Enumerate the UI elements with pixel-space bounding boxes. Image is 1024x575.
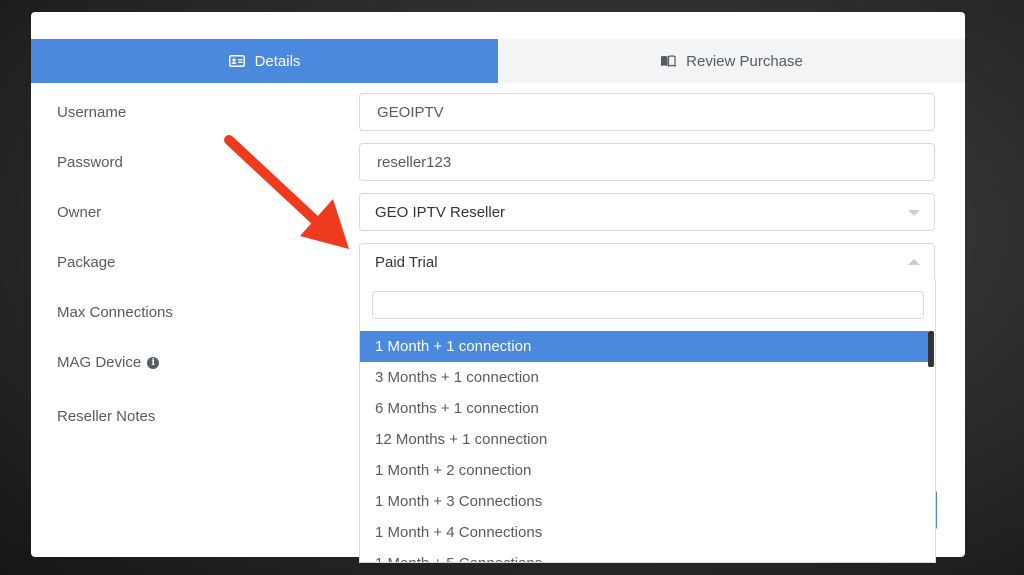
mag-device-label-text: MAG Device (57, 354, 142, 371)
package-select[interactable]: Paid Trial (359, 243, 935, 281)
package-option[interactable]: 12 Months + 1 connection (360, 424, 928, 455)
tab-review-purchase[interactable]: Review Purchase (498, 39, 965, 83)
owner-value: GEO IPTV Reseller (375, 203, 506, 221)
book-icon (660, 55, 676, 67)
package-option[interactable]: 3 Months + 1 connection (360, 362, 928, 393)
package-dropdown: 1 Month + 1 connection 3 Months + 1 conn… (359, 279, 936, 563)
password-field[interactable]: reseller123 (359, 143, 935, 181)
package-option[interactable]: 1 Month + 3 Connections (360, 486, 928, 517)
tab-details[interactable]: Details (31, 39, 498, 83)
package-value: Paid Trial (375, 253, 438, 271)
package-option[interactable]: 6 Months + 1 connection (360, 393, 928, 424)
package-option[interactable]: 1 Month + 2 connection (360, 455, 928, 486)
tab-review-purchase-label: Review Purchase (686, 52, 803, 70)
tab-details-label: Details (254, 52, 301, 70)
username-value: GEOIPTV (377, 103, 444, 121)
package-option[interactable]: 1 Month + 4 Connections (360, 517, 928, 548)
package-options-list: 1 Month + 1 connection 3 Months + 1 conn… (360, 331, 928, 562)
tab-bar: Details Review Purchase (31, 39, 965, 83)
info-icon[interactable]: i (147, 356, 160, 369)
max-connections-label: Max Connections (57, 304, 173, 321)
package-option[interactable]: 1 Month + 5 Connections (360, 548, 928, 562)
owner-label: Owner (57, 204, 102, 221)
username-field[interactable]: GEOIPTV (359, 93, 935, 131)
package-search-input[interactable] (372, 291, 924, 319)
id-card-icon (228, 55, 245, 67)
username-label: Username (57, 104, 127, 121)
chevron-up-icon (908, 259, 920, 265)
owner-select[interactable]: GEO IPTV Reseller (359, 193, 935, 231)
reseller-notes-label: Reseller Notes (57, 408, 156, 425)
dropdown-scrollbar[interactable] (928, 331, 934, 367)
password-value: reseller123 (377, 153, 452, 171)
password-label: Password (57, 154, 123, 171)
chevron-down-icon (908, 210, 920, 216)
package-option[interactable]: 1 Month + 1 connection (360, 331, 928, 362)
package-label: Package (57, 254, 116, 271)
mag-device-label: MAG Device i (57, 354, 160, 371)
